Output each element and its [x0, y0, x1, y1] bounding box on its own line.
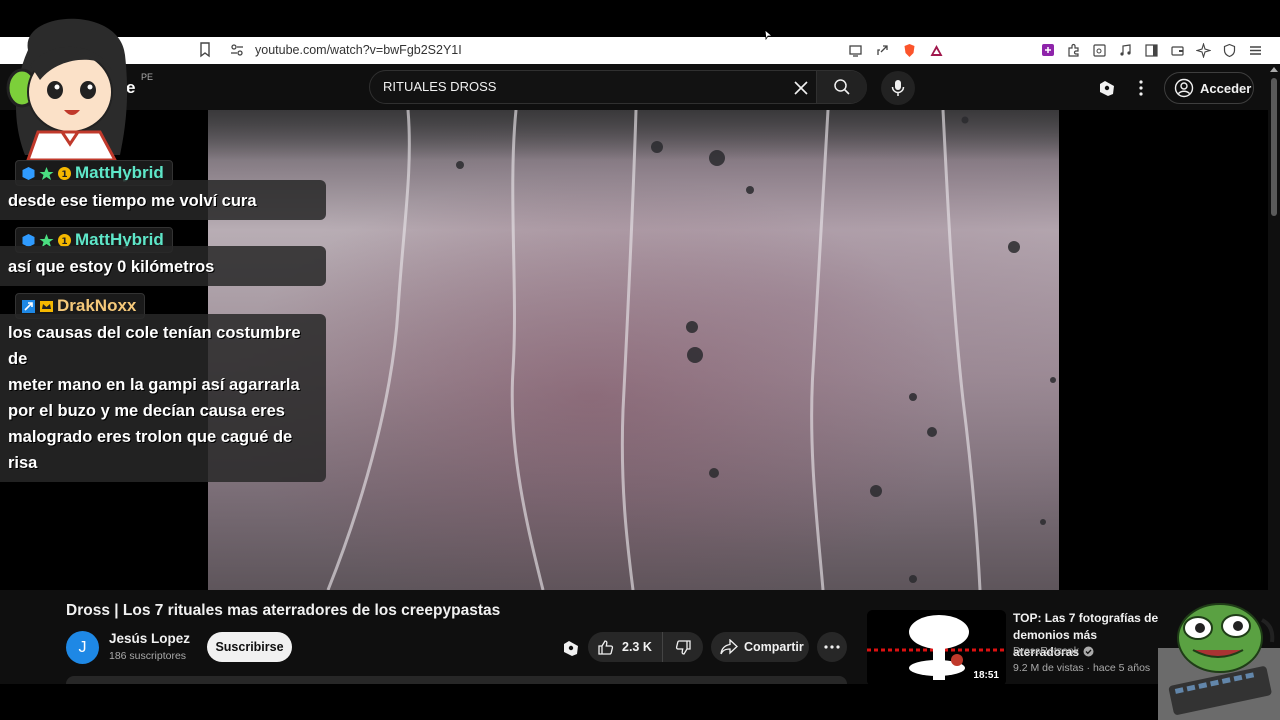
- media-icon[interactable]: [1118, 43, 1133, 58]
- svg-text:1: 1: [61, 170, 67, 180]
- verified-icon: [1083, 646, 1094, 656]
- region-code: PE: [141, 72, 154, 82]
- recommendation-title-line: TOP: Las 7 fotografías de: [1013, 611, 1159, 625]
- page-scrollbar[interactable]: [1268, 64, 1280, 590]
- clip-icon[interactable]: [561, 638, 581, 658]
- chat-message-line: malogrado eres trolon que cagué de risa: [8, 428, 293, 472]
- search-icon: [834, 79, 850, 95]
- subscribe-button[interactable]: Suscribirse: [207, 632, 292, 662]
- pixel-badge-icon: [21, 299, 36, 314]
- wallet-icon[interactable]: [1170, 43, 1185, 58]
- url-text[interactable]: youtube.com/watch?v=bwFgb2S2Y1I: [255, 40, 462, 60]
- chat-message-text: así que estoy 0 kilómetros: [8, 258, 215, 276]
- channel-avatar[interactable]: J: [66, 631, 99, 664]
- like-count: 2.3 K: [622, 640, 652, 654]
- like-button[interactable]: 2.3 K: [588, 632, 663, 662]
- streamer-avatar: [6, 18, 128, 160]
- url-actions: [848, 40, 944, 60]
- crown-badge-icon: [39, 299, 54, 314]
- signin-label: Acceder: [1200, 80, 1252, 96]
- svg-text:1: 1: [61, 237, 67, 247]
- browser-titlebar: [0, 0, 1280, 37]
- thumbs-up-icon: [598, 639, 614, 655]
- video-player[interactable]: [208, 110, 1059, 590]
- brave-shield-icon[interactable]: [902, 43, 917, 58]
- bottom-black-bar: [0, 684, 1280, 720]
- screen: youtube.com/watch?v=bwFgb2S2Y1I e PE RIT…: [0, 0, 1280, 720]
- chat-username: DrakNoxx: [57, 296, 137, 315]
- share-icon: [720, 639, 738, 655]
- cube-badge-icon: [21, 166, 36, 181]
- settings-more-button[interactable]: [1134, 78, 1148, 98]
- extension-icons: [1040, 40, 1263, 60]
- share-button[interactable]: Compartir: [711, 632, 809, 662]
- video-title: Dross | Los 7 rituales mas aterradores d…: [66, 602, 501, 619]
- channel-name[interactable]: Jesús Lopez: [109, 631, 190, 646]
- more-actions-button[interactable]: [817, 632, 847, 662]
- bookmark-icon[interactable]: [198, 41, 212, 59]
- like-dislike-group: 2.3 K: [588, 632, 703, 662]
- account-icon: [1174, 78, 1194, 98]
- microphone-icon: [891, 80, 905, 96]
- subscriber-count: 186 suscriptores: [109, 650, 187, 662]
- brave-rewards-icon[interactable]: [929, 43, 944, 58]
- mouse-cursor-icon: [765, 30, 773, 40]
- share-label: Compartir: [744, 640, 804, 654]
- search-button[interactable]: [816, 71, 867, 103]
- more-vertical-icon: [1139, 80, 1143, 96]
- sidebar-icon[interactable]: [1144, 43, 1159, 58]
- star-badge-icon: [39, 166, 54, 181]
- pepe-frog-overlay: [1158, 603, 1280, 720]
- chat-message-line: meter mano en la gampi así agarrarla: [8, 376, 300, 394]
- recommendation-channel[interactable]: DrossRotzank: [1013, 645, 1094, 657]
- video-frame-rain-drops: [326, 110, 1056, 590]
- scroll-up-arrow-icon[interactable]: [1270, 67, 1278, 72]
- chat-message-line: por el buzo y me decían causa eres: [8, 402, 285, 420]
- vpn-icon[interactable]: [1222, 43, 1237, 58]
- chat-message: desde ese tiempo me volví cura: [0, 180, 326, 220]
- menu-icon[interactable]: [1248, 43, 1263, 58]
- leo-ai-icon[interactable]: [1196, 42, 1211, 58]
- extension-purple-icon[interactable]: [1040, 43, 1055, 58]
- thumbs-down-icon: [675, 639, 691, 655]
- share-page-icon[interactable]: [875, 43, 890, 58]
- puzzle-icon[interactable]: [1066, 43, 1081, 58]
- browser-address-bar: youtube.com/watch?v=bwFgb2S2Y1I: [0, 37, 1280, 64]
- voice-search-button[interactable]: [881, 71, 915, 105]
- recommendation-channel-name: DrossRotzank: [1013, 645, 1079, 657]
- create-icon[interactable]: [1097, 78, 1117, 98]
- level-badge-icon: 1: [57, 166, 72, 181]
- recommendation-thumbnail[interactable]: 18:51: [867, 610, 1006, 686]
- chat-message: así que estoy 0 kilómetros: [0, 246, 326, 286]
- search-box[interactable]: RITUALES DROSS: [369, 70, 867, 104]
- recommendation-meta: 9.2 M de vistas · hace 5 años: [1013, 662, 1151, 674]
- chat-message: los causas del cole tenían costumbre de …: [0, 314, 326, 482]
- cast-icon[interactable]: [848, 43, 863, 58]
- site-settings-icon[interactable]: [230, 43, 244, 57]
- search-input[interactable]: RITUALES DROSS: [383, 79, 496, 94]
- clear-search-icon[interactable]: [792, 79, 810, 97]
- more-horizontal-icon: [824, 645, 840, 649]
- chat-message-text: desde ese tiempo me volví cura: [8, 192, 257, 210]
- dislike-button[interactable]: [663, 639, 703, 656]
- chat-message-line: los causas del cole tenían costumbre de: [8, 324, 301, 368]
- scrollbar-thumb[interactable]: [1271, 78, 1277, 216]
- tab-search-icon[interactable]: [1092, 43, 1107, 58]
- signin-button[interactable]: Acceder: [1164, 72, 1254, 104]
- video-duration: 18:51: [970, 669, 1002, 682]
- youtube-header: e PE RITUALES DROSS Acceder: [0, 64, 1268, 110]
